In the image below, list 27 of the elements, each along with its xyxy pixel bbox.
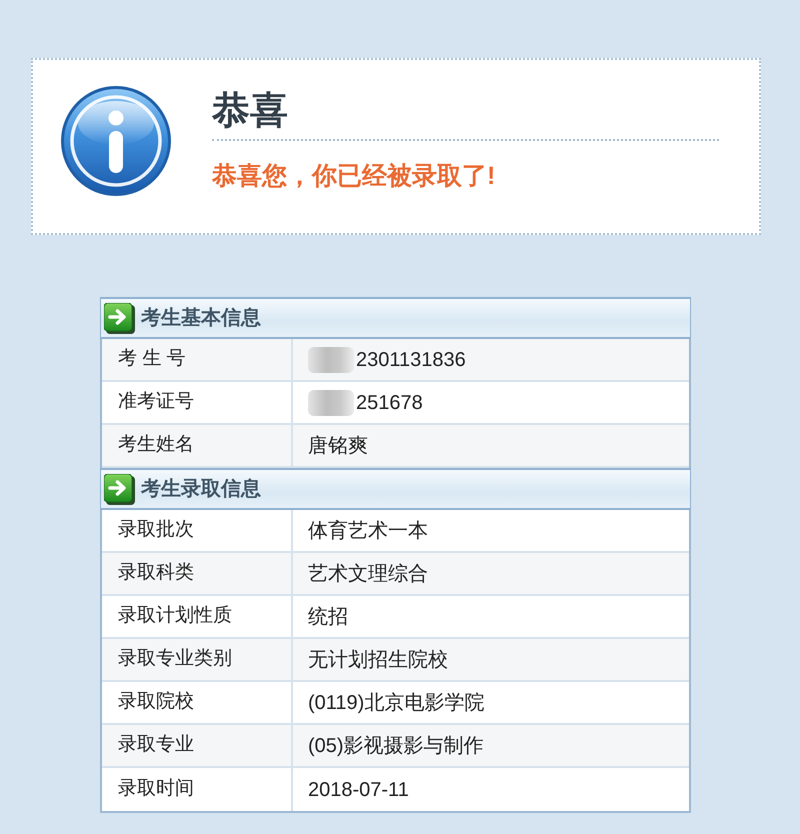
field-value: 统招	[308, 604, 348, 630]
field-value: (0119)北京电影学院	[308, 690, 484, 716]
field-value: 2018-07-11	[308, 778, 409, 802]
field-value: 唐铭爽	[308, 434, 368, 458]
field-value: 艺术文理综合	[308, 562, 428, 586]
field-value: 无计划招生院校	[308, 648, 448, 672]
alert-message: 恭喜您，你已经被录取了!	[212, 160, 496, 191]
field-label: 准考证号	[102, 382, 293, 423]
field-label: 录取院校	[102, 682, 293, 723]
field-value: 2301131836	[356, 348, 466, 372]
field-label: 录取时间	[102, 768, 293, 811]
field-label: 录取专业类别	[102, 639, 293, 680]
field-label: 录取批次	[102, 510, 293, 551]
field-label: 录取专业	[102, 725, 293, 766]
info-icon	[60, 85, 172, 197]
field-value: (05)影视摄影与制作	[308, 734, 484, 758]
arrow-icon	[104, 302, 135, 334]
alert-title: 恭喜	[212, 89, 719, 141]
field-label: 录取科类	[102, 553, 293, 594]
field-value: 251678	[356, 390, 423, 416]
section-title: 考生基本信息	[141, 306, 261, 331]
section-title: 考生录取信息	[141, 477, 261, 502]
arrow-icon	[104, 474, 135, 504]
field-label: 录取计划性质	[102, 596, 293, 637]
field-label: 考生姓名	[102, 425, 293, 466]
field-value: 体育艺术一本	[308, 518, 428, 544]
field-label: 考 生 号	[102, 339, 293, 380]
